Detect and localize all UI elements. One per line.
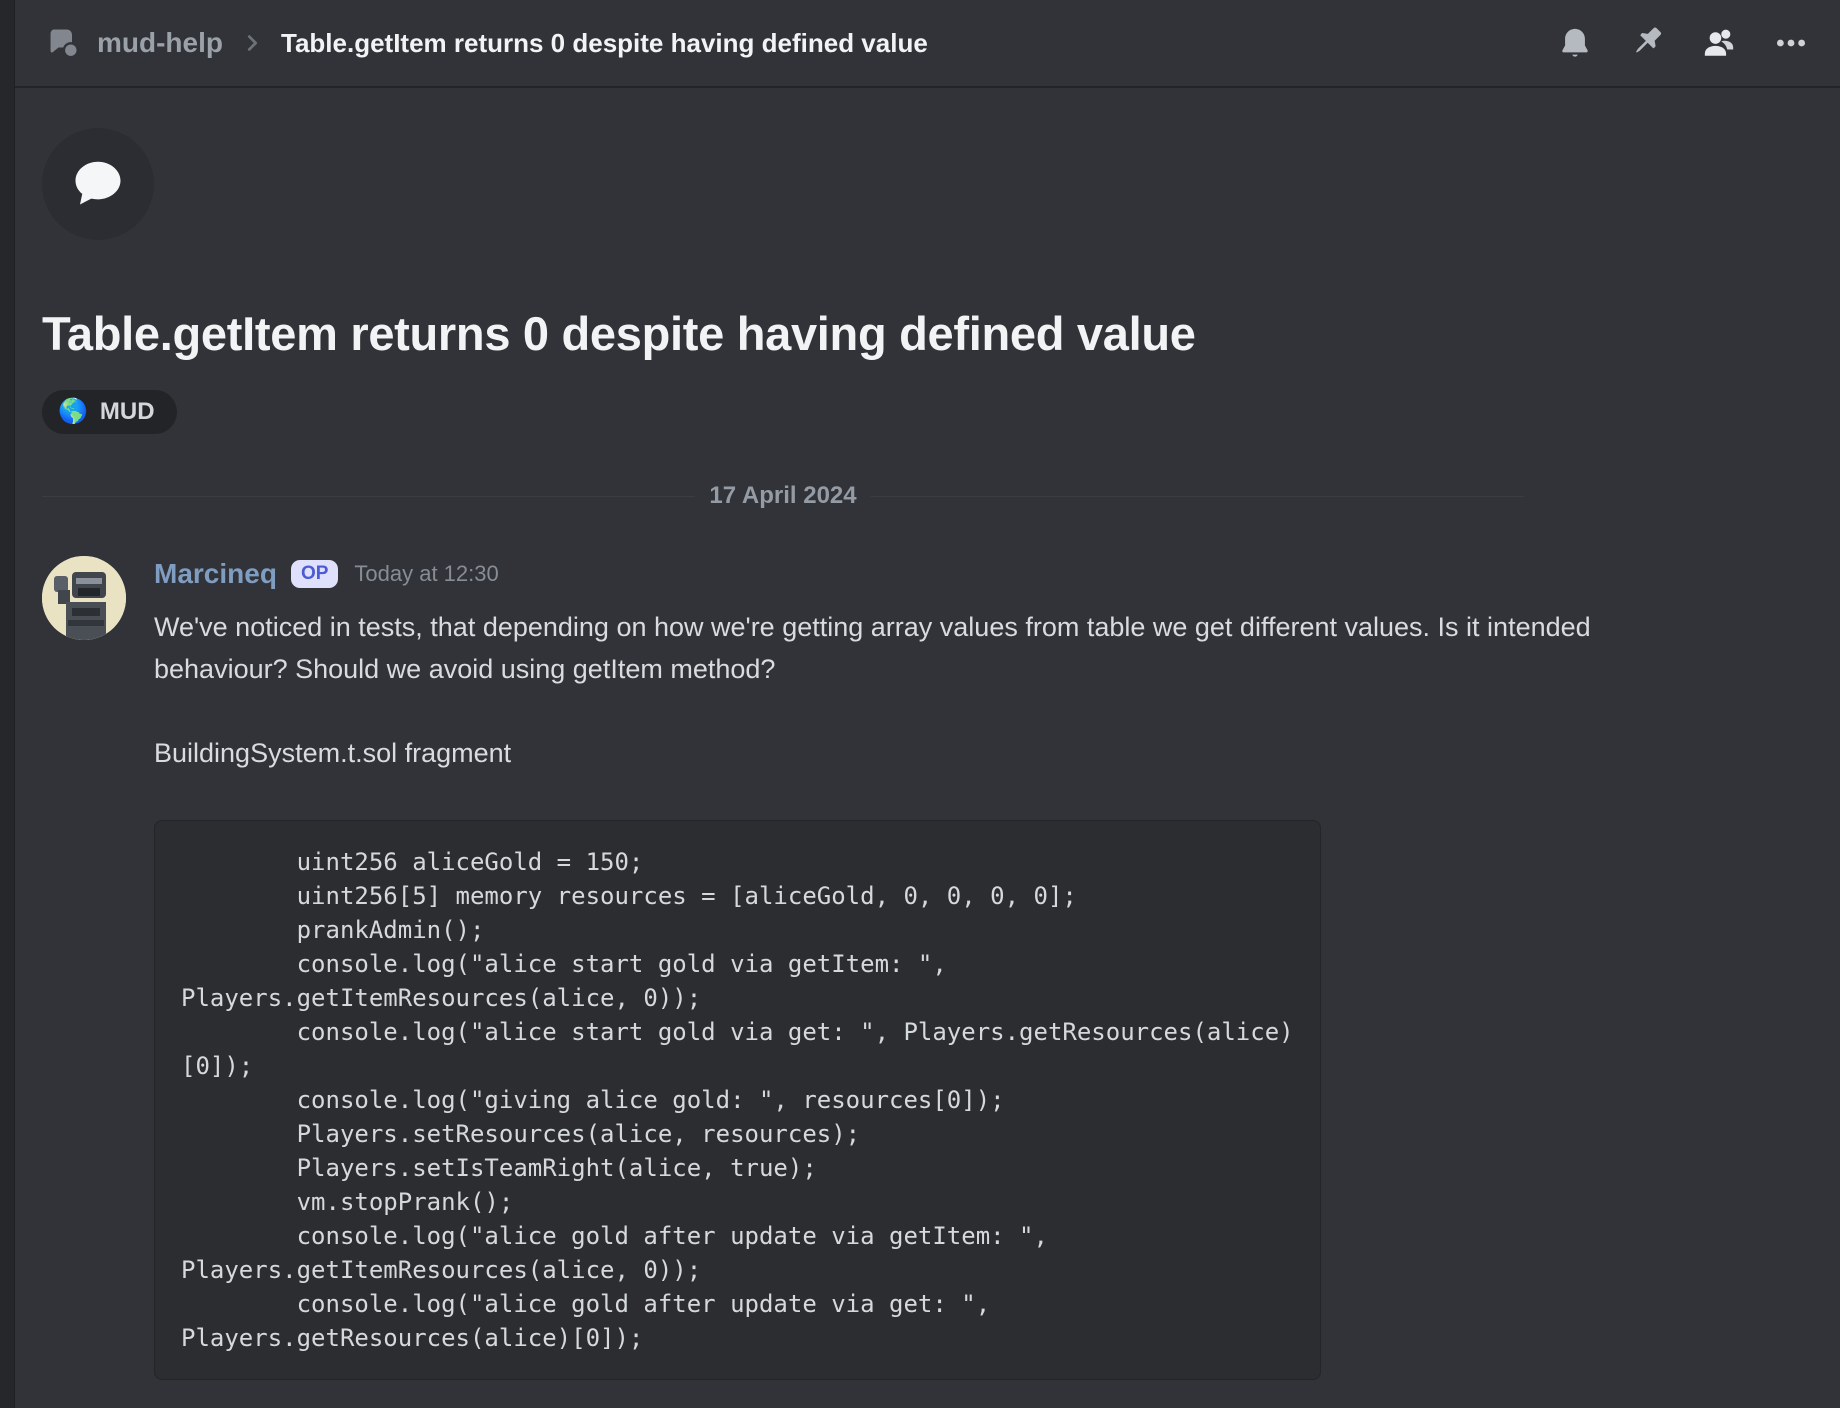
message-timestamp: Today at 12:30: [354, 561, 498, 587]
divider-line-right: [871, 496, 1524, 497]
topbar-actions: [1556, 24, 1810, 62]
thread-page: mud-help Table.getItem returns 0 despite…: [15, 0, 1840, 1408]
thread-content: Table.getItem returns 0 despite having d…: [15, 88, 1840, 1380]
discord-forum-thread-view: mud-help Table.getItem returns 0 despite…: [0, 0, 1840, 1408]
date-divider: 17 April 2024: [42, 482, 1524, 510]
breadcrumb-channel-name[interactable]: mud-help: [97, 27, 223, 59]
message-author[interactable]: Marcineq: [154, 558, 277, 590]
notifications-bell-icon[interactable]: [1556, 24, 1594, 62]
message-content: Marcineq OP Today at 12:30 We've noticed…: [154, 556, 1840, 1380]
sidebar-edge-strip: [0, 0, 15, 1408]
message-attachment-note: BuildingSystem.t.sol fragment: [154, 732, 1840, 774]
code-block-content: uint256 aliceGold = 150; uint256[5] memo…: [181, 845, 1294, 1355]
thread-tag-mud[interactable]: 🌎 MUD: [42, 390, 177, 434]
tag-label: MUD: [100, 398, 155, 426]
message-body-text: We've noticed in tests, that depending o…: [154, 606, 1634, 690]
globe-emoji-icon: 🌎: [58, 400, 88, 424]
message-header: Marcineq OP Today at 12:30: [154, 556, 1840, 592]
chevron-right-icon: [241, 32, 263, 54]
user-avatar[interactable]: [42, 556, 126, 640]
divider-line-left: [42, 496, 695, 497]
divider-date: 17 April 2024: [695, 482, 870, 510]
message: Marcineq OP Today at 12:30 We've noticed…: [42, 556, 1840, 1380]
breadcrumb-thread-title: Table.getItem returns 0 despite having d…: [281, 28, 928, 59]
forum-channel-icon: [45, 25, 81, 61]
op-badge: OP: [291, 560, 338, 589]
more-options-icon[interactable]: [1772, 24, 1810, 62]
thread-avatar: [42, 128, 154, 240]
chat-bubble-icon: [71, 155, 125, 214]
members-icon[interactable]: [1700, 24, 1738, 62]
code-block: uint256 aliceGold = 150; uint256[5] memo…: [154, 820, 1321, 1380]
topbar: mud-help Table.getItem returns 0 despite…: [15, 0, 1840, 88]
pinned-messages-pin-icon[interactable]: [1628, 24, 1666, 62]
thread-title: Table.getItem returns 0 despite having d…: [42, 304, 1840, 364]
